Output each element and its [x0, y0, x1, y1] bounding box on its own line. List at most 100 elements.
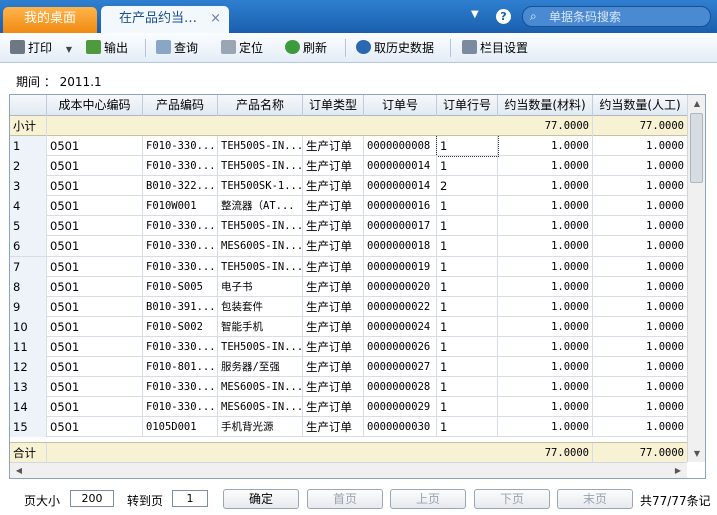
column-header[interactable]: 约当数量(材料)	[498, 95, 593, 116]
cell-m[interactable]: 1.0000	[498, 397, 593, 418]
column-header[interactable]: 订单行号	[437, 95, 498, 116]
cell-cc[interactable]: 0501	[47, 377, 143, 398]
cell-code[interactable]: F010-330...	[143, 377, 218, 398]
cell-cc[interactable]: 0501	[47, 397, 143, 418]
cell-name[interactable]: 手机背光源	[218, 417, 303, 438]
cell-order[interactable]: 0000000022	[364, 296, 437, 317]
cell-order[interactable]: 0000000030	[364, 417, 437, 438]
cell-order[interactable]: 0000000017	[364, 216, 437, 237]
cell-type[interactable]: 生产订单	[303, 316, 364, 337]
table-row[interactable]: 11 0501 F010-330... TEH500S-IN... 生产订单 000000…	[10, 336, 687, 358]
search-input[interactable]	[549, 8, 707, 25]
table-row[interactable]: 4 0501 F010W001 整流器（AT... 生产订单 0000000016 1 1.0…	[10, 196, 687, 217]
column-header[interactable]: 产品编码	[143, 95, 218, 116]
tab-active[interactable]: 在产品约当… ×	[101, 6, 229, 33]
column-header[interactable]: 产品名称	[218, 95, 303, 116]
cell-name[interactable]: TEH500S-IN...	[218, 336, 303, 357]
cell-cc[interactable]: 0501	[47, 417, 143, 438]
cell-type[interactable]: 生产订单	[303, 156, 364, 177]
cell-line[interactable]: 1	[437, 336, 498, 357]
cell-code[interactable]: F010W001	[143, 196, 218, 217]
cell-m[interactable]: 1.0000	[498, 216, 593, 237]
export-button[interactable]: 输出	[86, 38, 128, 58]
cell-order[interactable]: 0000000027	[364, 357, 437, 378]
cell-cc[interactable]: 0501	[47, 276, 143, 297]
cell-m[interactable]: 1.0000	[498, 417, 593, 438]
cell-l[interactable]: 1.0000	[593, 417, 687, 437]
cell-code[interactable]: F010-S005	[143, 276, 218, 297]
cell-name[interactable]: 智能手机	[218, 316, 303, 337]
scroll-right-icon[interactable]: ▶	[669, 463, 687, 478]
cell-type[interactable]: 生产订单	[303, 216, 364, 237]
cell-type[interactable]: 生产订单	[303, 296, 364, 317]
cell-type[interactable]: 生产订单	[303, 276, 364, 297]
cell-l[interactable]: 1.0000	[593, 337, 687, 357]
cell-cc[interactable]: 0501	[47, 236, 143, 257]
chevron-down-icon[interactable]: ▼	[471, 9, 479, 20]
cell-line[interactable]: 1	[437, 276, 498, 297]
cell-order[interactable]: 0000000024	[364, 316, 437, 337]
cell-l[interactable]: 1.0000	[593, 176, 687, 196]
cell-code[interactable]: F010-330...	[143, 216, 218, 237]
table-row[interactable]: 12 0501 F010-801... 服务器/至强 生产订单 0000000027 1 1.…	[10, 357, 687, 378]
cell-code[interactable]: F010-330...	[143, 397, 218, 418]
cell-name[interactable]: MES600S-IN...	[218, 397, 303, 418]
cell-line[interactable]: 1	[436, 136, 499, 157]
refresh-button[interactable]: 刷新	[285, 38, 327, 58]
cell-m[interactable]: 1.0000	[498, 377, 593, 398]
table-row[interactable]: 5 0501 F010-330... TEH500S-IN... 生产订单 0000000…	[10, 216, 687, 237]
cell-l[interactable]: 1.0000	[593, 277, 687, 297]
scroll-up-icon[interactable]: ▲	[688, 95, 705, 112]
cell-order[interactable]: 0000000019	[364, 256, 437, 277]
cell-order[interactable]: 0000000008	[364, 136, 437, 156]
table-row[interactable]: 3 0501 B010-322... TEH500SK-1... 生产订单 0000000…	[10, 176, 687, 197]
cell-m[interactable]: 1.0000	[498, 156, 593, 177]
cell-l[interactable]: 1.0000	[593, 297, 687, 317]
cell-cc[interactable]: 0501	[47, 196, 143, 217]
cell-line[interactable]: 2	[437, 176, 498, 197]
cell-cc[interactable]: 0501	[47, 156, 143, 177]
cell-cc[interactable]: 0501	[47, 136, 143, 156]
cell-code[interactable]: F010-330...	[143, 336, 218, 357]
search-box[interactable]: ⌕	[522, 6, 711, 27]
table-row[interactable]: 14 0501 F010-330... MES600S-IN... 生产订单 000000…	[10, 397, 687, 418]
cell-m[interactable]: 1.0000	[498, 276, 593, 297]
cell-name[interactable]: 服务器/至强	[218, 357, 303, 378]
scroll-down-icon[interactable]: ▼	[688, 445, 705, 462]
goto-page-input[interactable]	[172, 490, 208, 507]
cell-name[interactable]: TEH500SK-1...	[218, 176, 303, 197]
cell-l[interactable]: 1.0000	[593, 216, 687, 236]
cell-type[interactable]: 生产订单	[303, 417, 364, 438]
cell-line[interactable]: 1	[437, 377, 498, 398]
cell-l[interactable]: 1.0000	[593, 257, 687, 277]
first-page-button[interactable]: 首页	[307, 489, 383, 509]
cell-order[interactable]: 0000000014	[364, 176, 437, 197]
cell-order[interactable]: 0000000020	[364, 276, 437, 297]
table-row[interactable]: 7 0501 F010-330... TEH500S-IN... 生产订单 0000000…	[10, 256, 687, 277]
cell-l[interactable]: 1.0000	[593, 317, 687, 337]
cell-code[interactable]: 0105D001	[143, 417, 218, 438]
cell-cc[interactable]: 0501	[47, 176, 143, 197]
cell-type[interactable]: 生产订单	[303, 336, 364, 357]
cell-l[interactable]: 1.0000	[593, 196, 687, 216]
page-size-input[interactable]	[70, 490, 114, 507]
cell-line[interactable]: 1	[437, 417, 498, 438]
cell-line[interactable]: 1	[437, 216, 498, 237]
cell-code[interactable]: F010-330...	[143, 256, 218, 277]
cell-line[interactable]: 1	[437, 357, 498, 378]
cell-type[interactable]: 生产订单	[303, 236, 364, 257]
next-page-button[interactable]: 下页	[474, 489, 550, 509]
cell-order[interactable]: 0000000016	[364, 196, 437, 217]
data-grid[interactable]: 成本中心编码 产品编码 产品名称 订单类型 订单号 订单行号 约当数量(材料) …	[9, 94, 706, 479]
table-row[interactable]: 13 0501 F010-330... MES600S-IN... 生产订单 000000…	[10, 377, 687, 398]
cell-name[interactable]: 电子书	[218, 276, 303, 297]
cell-type[interactable]: 生产订单	[303, 256, 364, 277]
cell-cc[interactable]: 0501	[47, 296, 143, 317]
cell-m[interactable]: 1.0000	[498, 176, 593, 197]
table-row[interactable]: 2 0501 F010-330... TEH500S-IN... 生产订单 0000000…	[10, 156, 687, 177]
query-button[interactable]: 查询	[156, 38, 198, 58]
cell-code[interactable]: F010-330...	[143, 236, 218, 257]
history-button[interactable]: 取历史数据	[356, 38, 434, 58]
cell-order[interactable]: 0000000014	[364, 156, 437, 177]
cell-m[interactable]: 1.0000	[498, 236, 593, 257]
